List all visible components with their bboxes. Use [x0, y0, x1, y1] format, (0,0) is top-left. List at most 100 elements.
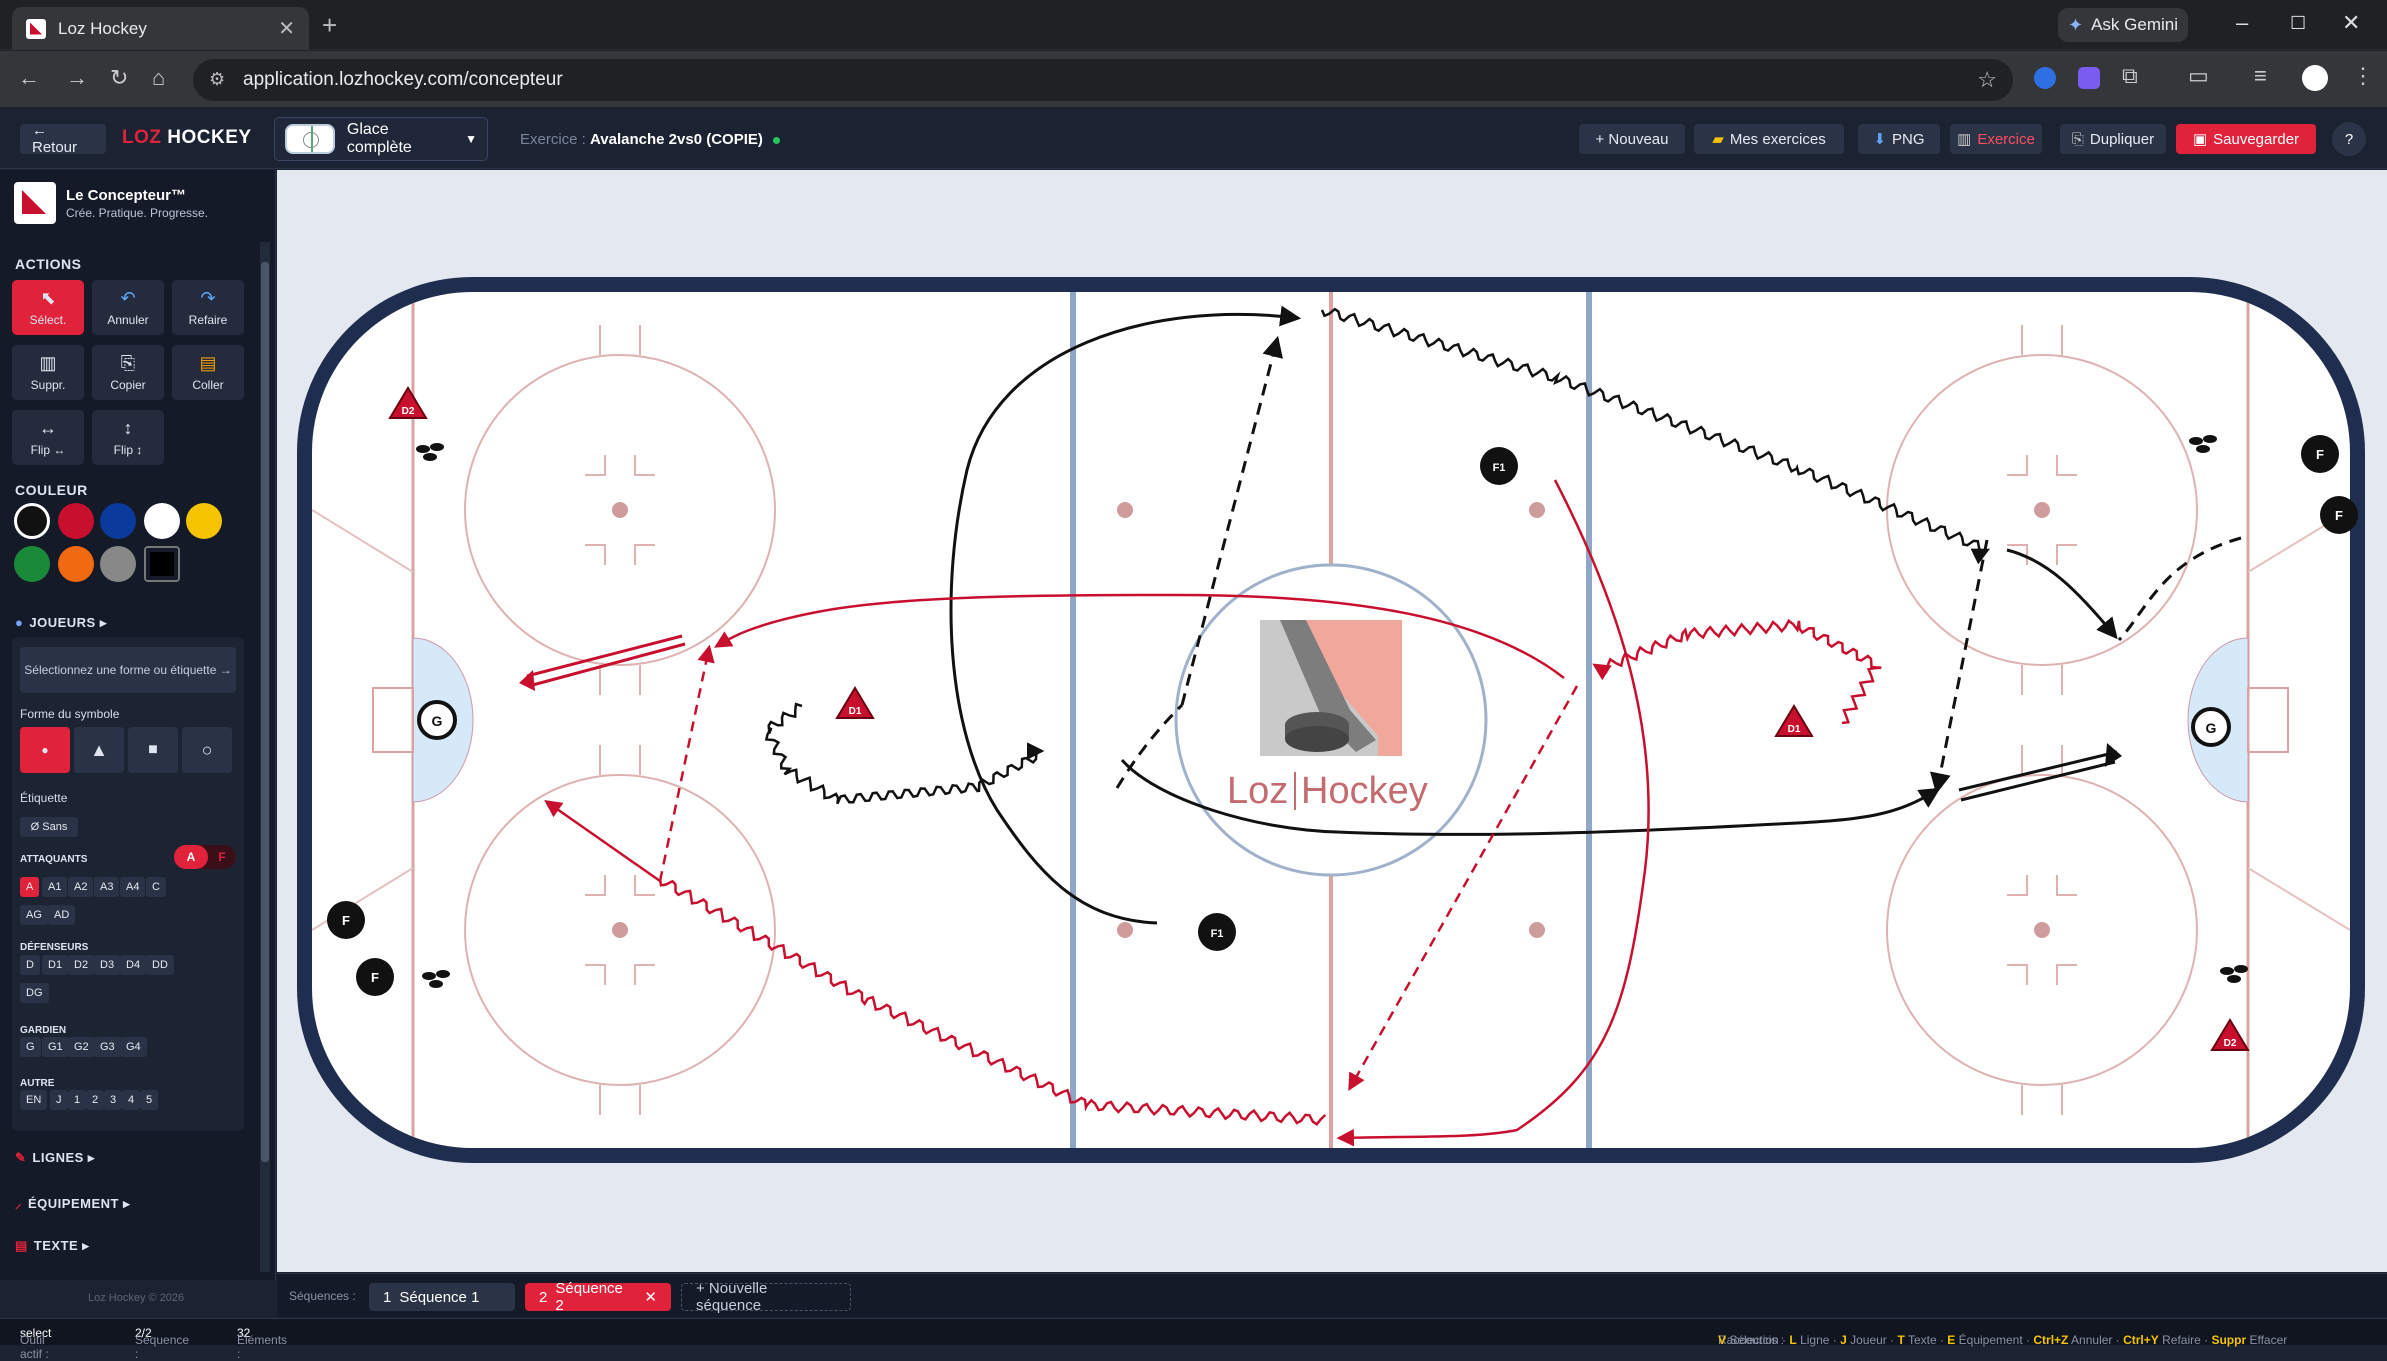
team-toggle-f[interactable]: F [208, 845, 236, 869]
color-swatch[interactable] [58, 503, 94, 539]
forward-arrow-icon[interactable]: → [66, 65, 88, 91]
cast-icon[interactable]: ▭ [2188, 63, 2209, 89]
label-chip[interactable]: EN [20, 1090, 48, 1110]
label-chip[interactable]: 1 [68, 1090, 87, 1110]
player-f-left-2[interactable]: F [356, 958, 394, 996]
drawing-canvas[interactable]: Loz Hockey F1 F1 D1 D1 D2 D2 G G F F F F [277, 170, 2387, 1272]
label-chip[interactable]: A [20, 877, 40, 897]
label-chip[interactable]: G [20, 1037, 41, 1057]
new-sequence-button[interactable]: + Nouvelle séquence [681, 1280, 851, 1314]
label-chip[interactable]: A3 [94, 877, 120, 897]
my-exercises-button[interactable]: ▰ Mes exercices [1694, 124, 1844, 154]
ask-gemini-button[interactable]: ✦ Ask Gemini [2058, 8, 2188, 42]
color-swatch[interactable] [14, 503, 50, 539]
equipment-heading[interactable]: ⸝ ÉQUIPEMENT ▸ [15, 1194, 130, 1212]
browser-tab[interactable]: Loz Hockey ✕ [12, 7, 309, 50]
maximize-icon[interactable]: ☐ [2290, 13, 2306, 34]
shape-triangle-button[interactable]: ▲ [74, 727, 124, 773]
label-chip[interactable]: J [50, 1090, 68, 1110]
player-f1-top[interactable]: F1 [1480, 447, 1518, 485]
shape-circle-outline-button[interactable]: ○ [182, 727, 232, 773]
menu-kebab-icon[interactable]: ⋮ [2352, 63, 2374, 89]
player-f-right-1[interactable]: F [2301, 435, 2339, 473]
window-close-icon[interactable]: ✕ [2342, 10, 2360, 36]
label-chip[interactable]: A1 [42, 877, 68, 897]
sidebar-scrollbar[interactable] [260, 242, 270, 1272]
sequence-tab-2[interactable]: 2 Séquence 2 ✕ [525, 1280, 671, 1314]
flip-horizontal-button[interactable]: ↔ Flip ↔ [12, 410, 84, 465]
label-chip[interactable]: AD [48, 905, 76, 925]
player-f-right-2[interactable]: F [2320, 496, 2358, 534]
scrollbar-thumb[interactable] [261, 262, 269, 1162]
label-chip[interactable]: D4 [120, 955, 147, 975]
extension-icon[interactable] [2034, 67, 2056, 89]
back-button[interactable]: ← Retour [20, 122, 106, 156]
goalie-left[interactable]: G [417, 700, 457, 740]
rink-svg[interactable]: Loz Hockey F1 F1 D1 D1 D2 D2 G G F F F F [277, 170, 2387, 1272]
color-swatch[interactable] [144, 503, 180, 539]
goalie-right[interactable]: G [2191, 707, 2231, 747]
label-none-chip[interactable]: Ø Sans [20, 817, 78, 837]
color-swatch[interactable] [100, 503, 136, 539]
delete-button[interactable]: ▥ Suppr. [12, 345, 84, 400]
team-toggle[interactable]: A F [174, 845, 236, 869]
extension-icon[interactable] [2078, 67, 2100, 89]
home-icon[interactable]: ⌂ [152, 65, 165, 91]
profile-avatar[interactable] [2302, 65, 2328, 91]
reload-icon[interactable]: ↻ [110, 65, 128, 91]
select-tool-button[interactable]: ⬉ Sélect. [12, 280, 84, 335]
minimize-icon[interactable]: – [2236, 10, 2248, 36]
surface-select[interactable]: Glace complète ▼ [274, 117, 488, 161]
site-settings-icon[interactable]: ⚙ [209, 69, 225, 90]
shape-circle-filled-button[interactable]: ● [20, 727, 70, 773]
color-swatch[interactable] [144, 546, 180, 582]
save-button[interactable]: ▣ Sauvegarder [2176, 124, 2316, 154]
color-swatch[interactable] [14, 546, 50, 582]
help-button[interactable]: ? [2332, 122, 2366, 156]
close-sequence-icon[interactable]: ✕ [644, 1288, 657, 1306]
label-chip[interactable]: AG [20, 905, 48, 925]
label-chip[interactable]: D2 [68, 955, 95, 975]
label-chip[interactable]: G1 [42, 1037, 69, 1057]
delete-exercise-button[interactable]: ▥ Exercice [1950, 124, 2042, 154]
undo-button[interactable]: ↶ Annuler [92, 280, 164, 335]
label-chip[interactable]: D1 [42, 955, 69, 975]
color-swatch[interactable] [58, 546, 94, 582]
label-chip[interactable]: DG [20, 983, 49, 1003]
flip-vertical-button[interactable]: ↕ Flip ↕ [92, 410, 164, 465]
label-chip[interactable]: G3 [94, 1037, 121, 1057]
label-chip[interactable]: G2 [68, 1037, 95, 1057]
label-chip[interactable]: 3 [104, 1090, 123, 1110]
png-button[interactable]: ⬇ PNG [1858, 124, 1940, 154]
shape-square-button[interactable]: ■ [128, 727, 178, 773]
player-f-left-1[interactable]: F [327, 901, 365, 939]
label-chip[interactable]: D3 [94, 955, 121, 975]
sequence-tab-1[interactable]: 1 Séquence 1 [369, 1283, 515, 1311]
duplicate-button[interactable]: ⎘ Dupliquer [2060, 124, 2166, 154]
players-heading[interactable]: ● JOUEURS ▸ [15, 615, 107, 631]
bookmark-star-icon[interactable]: ☆ [1977, 67, 1997, 93]
close-tab-icon[interactable]: ✕ [278, 16, 295, 41]
player-f1-bottom[interactable]: F1 [1198, 913, 1236, 951]
media-icon[interactable]: ≡ [2254, 63, 2267, 89]
paste-button[interactable]: ▤ Coller [172, 345, 244, 400]
label-chip[interactable]: 2 [86, 1090, 105, 1110]
back-arrow-icon[interactable]: ← [18, 65, 40, 91]
redo-button[interactable]: ↷ Refaire [172, 280, 244, 335]
color-swatch[interactable] [186, 503, 222, 539]
copy-button[interactable]: ⎘ Copier [92, 345, 164, 400]
label-chip[interactable]: DD [146, 955, 174, 975]
label-chip[interactable]: A4 [120, 877, 146, 897]
label-chip[interactable]: A2 [68, 877, 94, 897]
label-chip[interactable]: C [146, 877, 166, 897]
label-chip[interactable]: 5 [140, 1090, 159, 1110]
label-chip[interactable]: 4 [122, 1090, 141, 1110]
label-chip[interactable]: D [20, 955, 40, 975]
color-swatch[interactable] [100, 546, 136, 582]
address-bar[interactable]: ⚙ application.lozhockey.com/concepteur ☆ [193, 59, 2013, 101]
team-toggle-a[interactable]: A [174, 845, 208, 869]
text-heading[interactable]: ▤ TEXTE ▸ [15, 1238, 89, 1254]
lines-heading[interactable]: ✎ LIGNES ▸ [15, 1150, 95, 1166]
new-button[interactable]: + Nouveau [1579, 124, 1685, 154]
extensions-puzzle-icon[interactable]: ⧉ [2122, 63, 2138, 89]
